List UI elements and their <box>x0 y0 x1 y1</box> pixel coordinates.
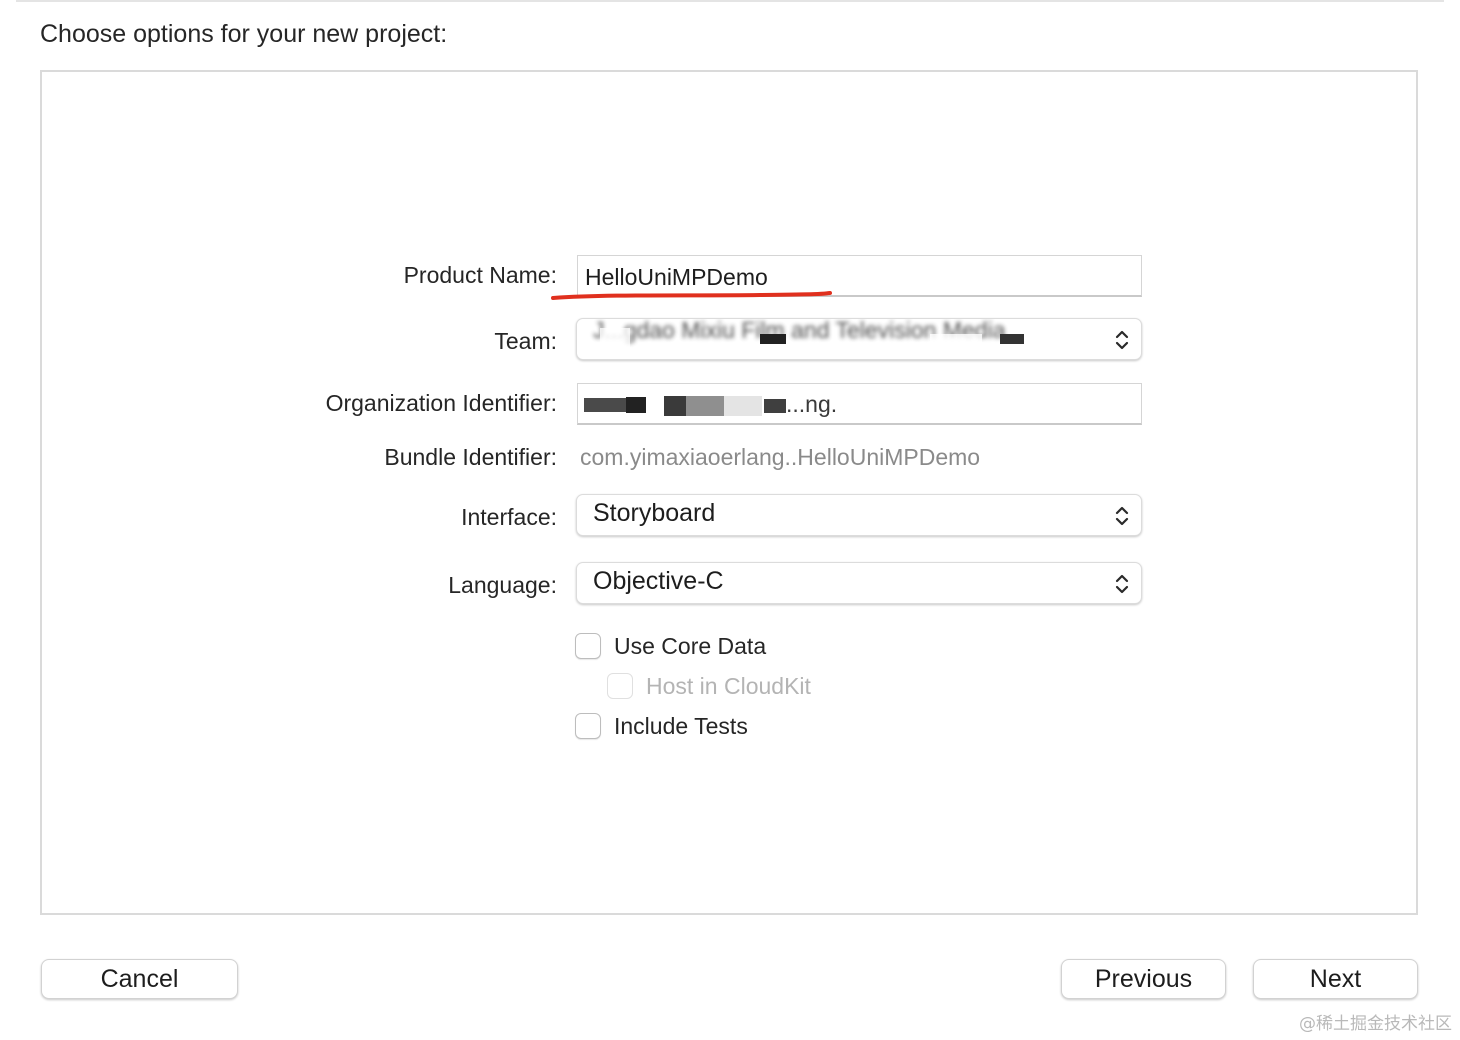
org-redaction-block <box>686 396 724 416</box>
include-tests-checkbox[interactable] <box>575 713 601 739</box>
org-redaction-block <box>724 396 762 416</box>
org-redaction-block <box>764 399 786 413</box>
organization-identifier-field[interactable]: ...ng. <box>577 383 1142 425</box>
product-name-label: Product Name: <box>403 262 557 288</box>
interface-popup[interactable]: Storyboard <box>576 494 1142 536</box>
bundle-identifier-label: Bundle Identifier: <box>384 444 557 470</box>
org-redaction-block <box>626 397 646 413</box>
host-in-cloudkit-label: Host in CloudKit <box>646 673 811 699</box>
language-popup[interactable]: Objective-C <box>576 562 1142 604</box>
window-top-edge <box>16 0 1444 2</box>
organization-identifier-value: ...ng. <box>786 391 838 417</box>
options-panel <box>40 70 1418 915</box>
org-redaction-block <box>584 398 626 412</box>
cancel-button[interactable]: Cancel <box>41 959 238 999</box>
org-redaction-block <box>664 396 686 416</box>
organization-identifier-label: Organization Identifier: <box>325 390 557 416</box>
interface-label: Interface: <box>461 504 557 530</box>
previous-button[interactable]: Previous <box>1061 959 1226 999</box>
include-tests-label: Include Tests <box>614 713 748 739</box>
up-down-chevron-icon <box>1115 574 1129 594</box>
watermark: @稀土掘金技术社区 <box>1299 1014 1452 1034</box>
team-popup[interactable]: J...gdao Mixiu Film and Television Media <box>576 318 1142 360</box>
use-core-data-label: Use Core Data <box>614 633 767 659</box>
use-core-data-checkbox[interactable] <box>575 633 601 659</box>
team-label: Team: <box>494 328 557 354</box>
host-in-cloudkit-checkbox[interactable] <box>607 673 633 699</box>
red-underline-annotation <box>551 291 832 300</box>
interface-value: Storyboard <box>593 499 716 527</box>
team-redaction-block <box>1000 334 1024 344</box>
up-down-chevron-icon <box>1115 506 1129 526</box>
dialog-heading: Choose options for your new project: <box>40 20 448 48</box>
team-redaction-block <box>760 334 786 344</box>
up-down-chevron-icon <box>1115 330 1129 350</box>
bundle-identifier-value: com.yimaxiaoerlang..HelloUniMPDemo <box>580 444 981 470</box>
next-button[interactable]: Next <box>1253 959 1418 999</box>
team-redaction-mask <box>600 328 630 350</box>
language-value: Objective-C <box>593 567 724 595</box>
language-label: Language: <box>448 572 557 598</box>
team-redaction-mask <box>930 334 982 348</box>
